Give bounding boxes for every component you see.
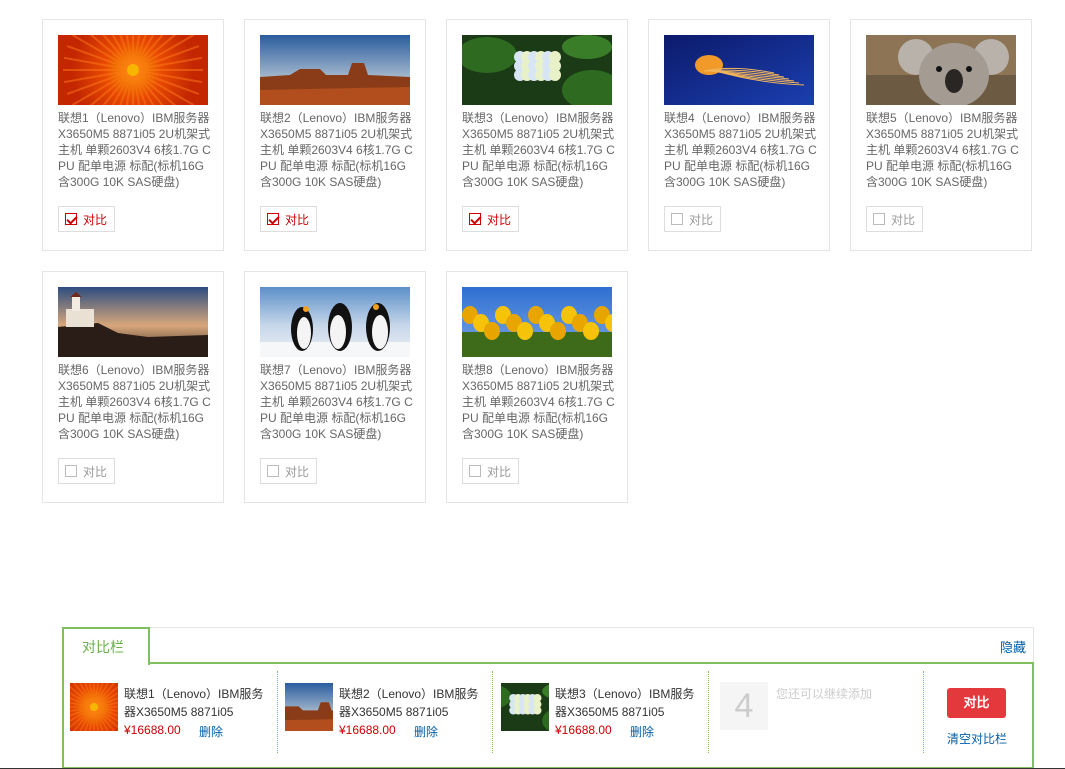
checkbox-icon [873,213,885,225]
compare-item-title[interactable]: 联想3（Lenovo）IBM服务器X3650M5 8871i05 [555,685,695,721]
compare-label: 对比 [285,212,310,227]
compare-label: 对比 [689,212,714,227]
compare-slot-empty: 4 您还可以继续添加 [708,671,924,753]
product-card: 联想4（Lenovo）IBM服务器X3650M5 8871i05 2U机架式主机… [648,19,830,251]
product-image[interactable] [260,35,410,105]
product-card: 联想2（Lenovo）IBM服务器X3650M5 8871i05 2U机架式主机… [244,19,426,251]
compare-checkbox[interactable]: 对比 [462,206,519,232]
product-card: 联想7（Lenovo）IBM服务器X3650M5 8871i05 2U机架式主机… [244,271,426,503]
product-card: 联想5（Lenovo）IBM服务器X3650M5 8871i05 2U机架式主机… [850,19,1032,251]
compare-label: 对比 [83,212,108,227]
checkbox-icon [469,465,481,477]
compare-item-price: ¥16688.00 [555,723,612,737]
product-image[interactable] [462,35,612,105]
compare-label: 对比 [487,212,512,227]
product-card: 联想6（Lenovo）IBM服务器X3650M5 8871i05 2U机架式主机… [42,271,224,503]
product-card: 联想3（Lenovo）IBM服务器X3650M5 8871i05 2U机架式主机… [446,19,628,251]
product-image[interactable] [58,35,208,105]
slot-number: 4 [720,682,768,730]
compare-checkbox[interactable]: 对比 [462,458,519,484]
product-title[interactable]: 联想1（Lenovo）IBM服务器X3650M5 8871i05 2U机架式主机… [58,110,212,190]
checkbox-icon [267,465,279,477]
compare-label: 对比 [487,464,512,479]
product-image[interactable] [664,35,814,105]
compare-checkbox[interactable]: 对比 [260,206,317,232]
product-title[interactable]: 联想7（Lenovo）IBM服务器X3650M5 8871i05 2U机架式主机… [260,362,414,442]
compare-item-title[interactable]: 联想2（Lenovo）IBM服务器X3650M5 8871i05 [339,685,479,721]
compare-slot: 联想2（Lenovo）IBM服务器X3650M5 8871i05 ¥16688.… [277,671,493,753]
compare-item-price: ¥16688.00 [339,723,396,737]
product-title[interactable]: 联想3（Lenovo）IBM服务器X3650M5 8871i05 2U机架式主机… [462,110,616,190]
delete-link[interactable]: 删除 [414,723,438,740]
hide-compare-link[interactable]: 隐藏 [1000,637,1026,656]
clear-compare-link[interactable]: 清空对比栏 [947,730,1007,747]
compare-item-price: ¥16688.00 [124,723,181,737]
compare-item-image[interactable] [70,683,118,731]
compare-label: 对比 [83,464,108,479]
compare-checkbox[interactable]: 对比 [58,458,115,484]
compare-label: 对比 [891,212,916,227]
compare-slot: 联想3（Lenovo）IBM服务器X3650M5 8871i05 ¥16688.… [493,671,709,753]
delete-link[interactable]: 删除 [199,723,223,740]
compare-bar: 对比栏 隐藏 联想1（Lenovo）IBM服务器X3650M5 8871i05 … [62,627,1034,769]
compare-item-image[interactable] [501,683,549,731]
product-image[interactable] [58,287,208,357]
product-image[interactable] [462,287,612,357]
product-title[interactable]: 联想8（Lenovo）IBM服务器X3650M5 8871i05 2U机架式主机… [462,362,616,442]
compare-item-image[interactable] [285,683,333,731]
checkbox-icon [267,213,279,225]
product-card: 联想1（Lenovo）IBM服务器X3650M5 8871i05 2U机架式主机… [42,19,224,251]
compare-checkbox[interactable]: 对比 [58,206,115,232]
delete-link[interactable]: 删除 [630,723,654,740]
product-title[interactable]: 联想2（Lenovo）IBM服务器X3650M5 8871i05 2U机架式主机… [260,110,414,190]
checkbox-icon [469,213,481,225]
compare-label: 对比 [285,464,310,479]
compare-checkbox[interactable]: 对比 [664,206,721,232]
product-card: 联想8（Lenovo）IBM服务器X3650M5 8871i05 2U机架式主机… [446,271,628,503]
compare-bar-header [149,627,1034,664]
checkbox-icon [671,213,683,225]
checkbox-icon [65,465,77,477]
compare-item-title[interactable]: 联想1（Lenovo）IBM服务器X3650M5 8871i05 [124,685,264,721]
product-title[interactable]: 联想4（Lenovo）IBM服务器X3650M5 8871i05 2U机架式主机… [664,110,818,190]
compare-checkbox[interactable]: 对比 [866,206,923,232]
product-title[interactable]: 联想6（Lenovo）IBM服务器X3650M5 8871i05 2U机架式主机… [58,362,212,442]
compare-button[interactable]: 对比 [947,688,1006,718]
checkbox-icon [65,213,77,225]
compare-checkbox[interactable]: 对比 [260,458,317,484]
product-image[interactable] [260,287,410,357]
compare-slot: 联想1（Lenovo）IBM服务器X3650M5 8871i05 ¥16688.… [62,671,278,753]
product-title[interactable]: 联想5（Lenovo）IBM服务器X3650M5 8871i05 2U机架式主机… [866,110,1020,190]
product-image[interactable] [866,35,1016,105]
tab-compare[interactable]: 对比栏 [62,627,150,665]
add-more-hint: 您还可以继续添加 [776,687,873,701]
